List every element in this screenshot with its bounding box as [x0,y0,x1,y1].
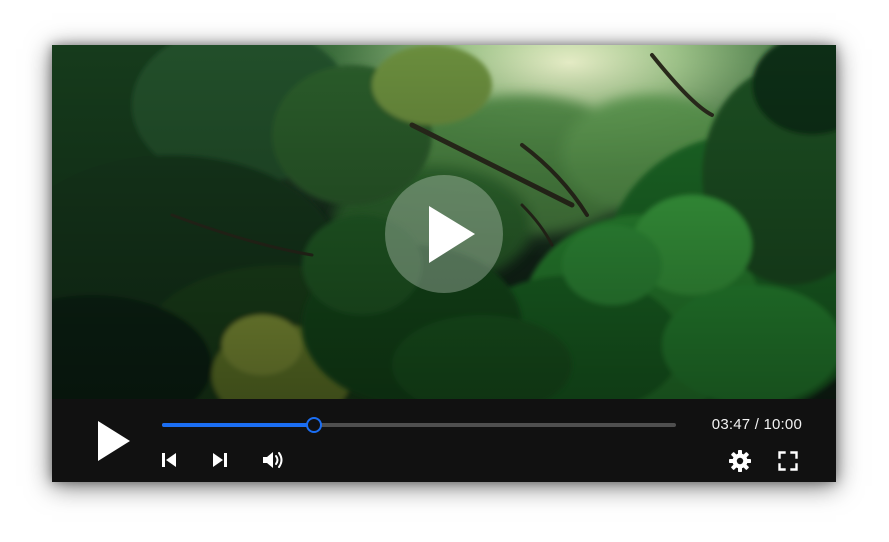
previous-button[interactable] [160,451,178,469]
gear-icon [729,450,751,472]
settings-button[interactable] [728,449,752,473]
progress-bar[interactable] [162,417,676,433]
play-icon [429,206,475,263]
volume-icon [263,452,283,468]
duration: 10:00 [763,416,802,433]
fullscreen-button[interactable] [778,451,798,471]
skip-previous-icon [162,453,176,467]
control-bar [52,399,836,482]
play-icon [98,421,130,461]
video-player: 03:47 / 10:00 [52,45,836,482]
skip-next-icon [213,453,227,467]
fullscreen-icon [778,451,798,471]
time-display: 03:47 / 10:00 [712,416,802,433]
play-button[interactable] [92,419,132,463]
video-frame[interactable] [52,45,836,399]
time-separator: / [750,416,764,433]
progress-thumb[interactable] [305,417,322,433]
progress-fill [162,423,314,427]
current-time: 03:47 [711,416,751,433]
big-play-button[interactable] [385,175,503,293]
next-button[interactable] [211,451,229,469]
volume-button[interactable] [262,450,286,470]
